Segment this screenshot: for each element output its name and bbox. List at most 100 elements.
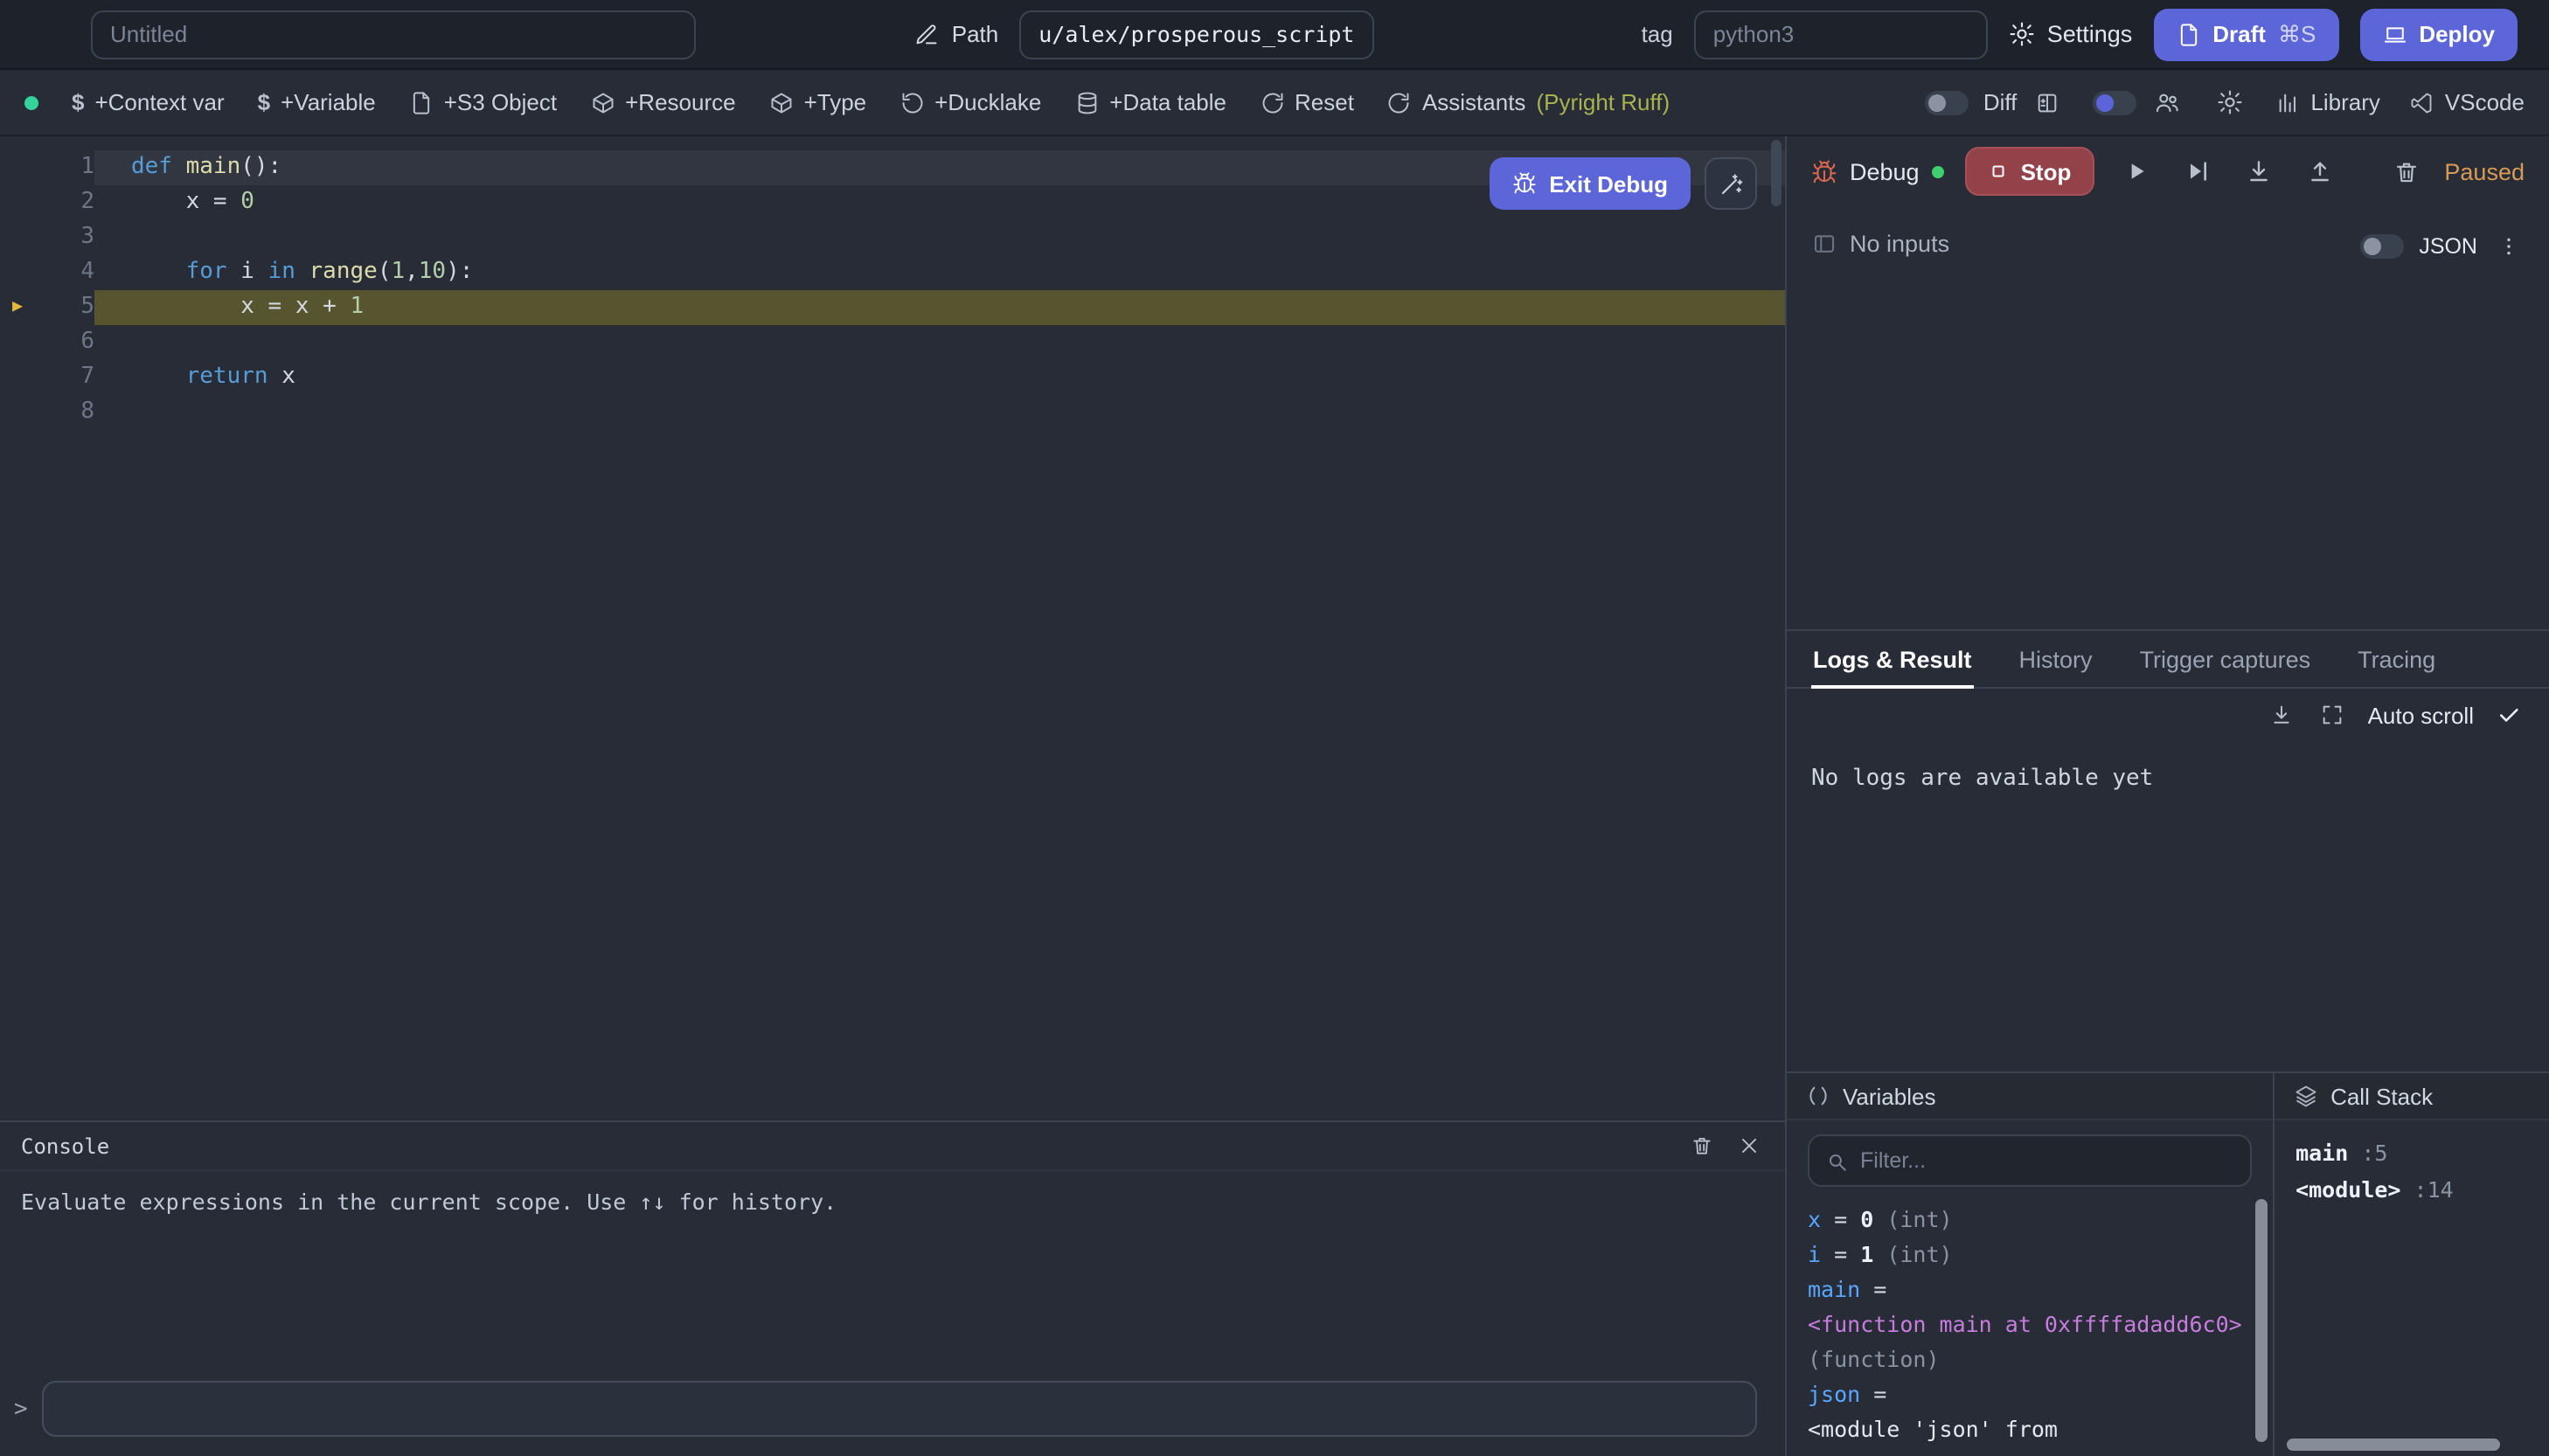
tab-logs-result[interactable]: Logs & Result: [1811, 631, 1974, 687]
call-stack-header: Call Stack: [2275, 1073, 2549, 1120]
bug-icon: [1811, 158, 1837, 184]
step-over-button[interactable]: [2179, 154, 2214, 189]
variables-body: x = 0 (int)i = 1 (int)main =<function ma…: [1787, 1120, 2273, 1456]
assistants-button[interactable]: Assistants (Pyright Ruff): [1387, 89, 1670, 115]
gear-icon: [2216, 89, 2242, 115]
draft-shortcut: ⌘S: [2278, 20, 2316, 48]
add-resource-button[interactable]: +Resource: [590, 89, 735, 115]
inputs-area: No inputs JSON: [1787, 206, 2549, 629]
reset-button[interactable]: Reset: [1260, 89, 1354, 115]
variables-scrollbar[interactable]: [2255, 1199, 2268, 1442]
variable-item-x[interactable]: x = 0 (int): [1808, 1203, 2252, 1238]
add-s3-object-button[interactable]: +S3 Object: [409, 89, 557, 115]
check-icon: [2497, 703, 2521, 727]
call-stack-scrollbar[interactable]: [2287, 1439, 2501, 1451]
json-toggle[interactable]: [2359, 234, 2403, 259]
step-into-button[interactable]: [2240, 154, 2275, 189]
add-type-button[interactable]: +Type: [769, 89, 867, 115]
tab-history[interactable]: History: [2018, 631, 2094, 687]
main-area: 1def main():2 x = 034 for i in range(1,1…: [0, 136, 2549, 1456]
console-close-button[interactable]: [1734, 1131, 1764, 1161]
editor-settings-button[interactable]: [2212, 86, 2246, 119]
code-line-7[interactable]: 7 return x: [0, 360, 1785, 395]
more-options-button[interactable]: [2493, 231, 2525, 262]
box-icon: [590, 90, 615, 114]
file-icon: [409, 90, 434, 114]
assistants-status: (Pyright Ruff): [1536, 89, 1670, 115]
draft-button[interactable]: Draft ⌘S: [2153, 8, 2338, 60]
editor-scrollbar[interactable]: [1771, 136, 1782, 1120]
code-line-4[interactable]: 4 for i in range(1,10):: [0, 255, 1785, 290]
download-logs-button[interactable]: [2267, 699, 2298, 731]
code-line-8[interactable]: 8: [0, 395, 1785, 430]
variable-item-json[interactable]: json =<module 'json' from: [1808, 1377, 2252, 1447]
add-context-var-button[interactable]: $ +Context var: [72, 89, 225, 115]
line-content: [94, 325, 1785, 360]
database-icon: [1074, 90, 1099, 114]
code-line-5[interactable]: ▶5 x = x + 1: [0, 290, 1785, 325]
variable-item-i[interactable]: i = 1 (int): [1808, 1238, 2252, 1272]
assistants-label: Assistants: [1422, 89, 1526, 115]
code-line-3[interactable]: 3: [0, 220, 1785, 255]
code-line-6[interactable]: 6: [0, 325, 1785, 360]
debug-clear-button[interactable]: [2390, 155, 2423, 188]
variables-icon: [1806, 1084, 1830, 1108]
stack-frame[interactable]: <module> :14: [2295, 1171, 2528, 1208]
wand-icon: [1718, 170, 1744, 197]
line-content: x = x + 1: [94, 290, 1785, 325]
toggle-knob: [2095, 94, 2113, 111]
debug-arrow-icon: ▶: [0, 290, 35, 325]
add-data-table-button[interactable]: +Data table: [1074, 89, 1226, 115]
line-number: 4: [35, 255, 94, 290]
toolbar-right-cluster: Diff Library VScode: [1926, 86, 2525, 119]
gutter-slot: [0, 255, 35, 290]
diff-view-button[interactable]: [2031, 87, 2062, 118]
ai-assist-button[interactable]: [1705, 157, 1757, 210]
trash-icon: [1691, 1134, 1713, 1157]
filter-box: [1808, 1134, 2252, 1187]
ducklake-icon: [899, 90, 924, 114]
diff-toggle[interactable]: [1926, 90, 1969, 114]
exit-debug-button[interactable]: Exit Debug: [1490, 157, 1691, 210]
console-input[interactable]: [42, 1381, 1757, 1437]
layers-icon: [2294, 1084, 2318, 1108]
script-title-input[interactable]: [91, 10, 696, 59]
stack-frame[interactable]: main :5: [2295, 1134, 2528, 1171]
tag-input[interactable]: [1694, 10, 1988, 59]
add-variable-button[interactable]: $ +Variable: [258, 89, 376, 115]
tab-trigger-captures[interactable]: Trigger captures: [2138, 631, 2313, 687]
debug-toolbar: Debug Stop: [1787, 136, 2549, 206]
console-clear-button[interactable]: [1687, 1131, 1717, 1161]
line-number: 2: [35, 185, 94, 220]
add-ducklake-button[interactable]: +Ducklake: [899, 89, 1041, 115]
gutter-slot: [0, 325, 35, 360]
library-button[interactable]: Library: [2275, 89, 2380, 115]
variables-filter-input[interactable]: [1860, 1148, 2234, 1173]
continue-button[interactable]: [2118, 154, 2153, 189]
deploy-button[interactable]: Deploy: [2359, 8, 2518, 60]
path-edit-button[interactable]: Path: [915, 21, 999, 47]
collaborators-button[interactable]: [2150, 86, 2183, 119]
tab-tracing[interactable]: Tracing: [2356, 631, 2437, 687]
settings-button[interactable]: Settings: [2009, 21, 2133, 47]
call-stack-title: Call Stack: [2330, 1083, 2433, 1109]
multiplayer-toggle[interactable]: [2092, 90, 2136, 114]
step-out-button[interactable]: [2302, 154, 2337, 189]
download-arrow-icon: [2244, 157, 2272, 185]
expand-logs-button[interactable]: [2317, 699, 2349, 731]
script-path[interactable]: u/alex/prosperous_script: [1019, 10, 1373, 59]
debug-status-dot: [1932, 165, 1944, 177]
code-editor[interactable]: 1def main():2 x = 034 for i in range(1,1…: [0, 136, 1785, 1120]
file-icon: [2176, 22, 2200, 46]
auto-scroll-checkbox[interactable]: [2493, 699, 2525, 731]
toggle-knob: [1929, 94, 1947, 111]
bottom-panels: Variables x = 0 (int)i = 1 (int)main =<f…: [1787, 1071, 2549, 1456]
scrollbar-thumb[interactable]: [1771, 140, 1782, 206]
gutter-slot: [0, 395, 35, 430]
exit-debug-label: Exit Debug: [1549, 170, 1668, 197]
line-number: 7: [35, 360, 94, 395]
stop-button[interactable]: Stop: [1965, 147, 2094, 196]
logs-content: No logs are available yet: [1787, 741, 2549, 1071]
vscode-button[interactable]: VScode: [2410, 89, 2525, 115]
variable-item-main[interactable]: main =<function main at 0xffffadadd6c0>(…: [1808, 1272, 2252, 1377]
